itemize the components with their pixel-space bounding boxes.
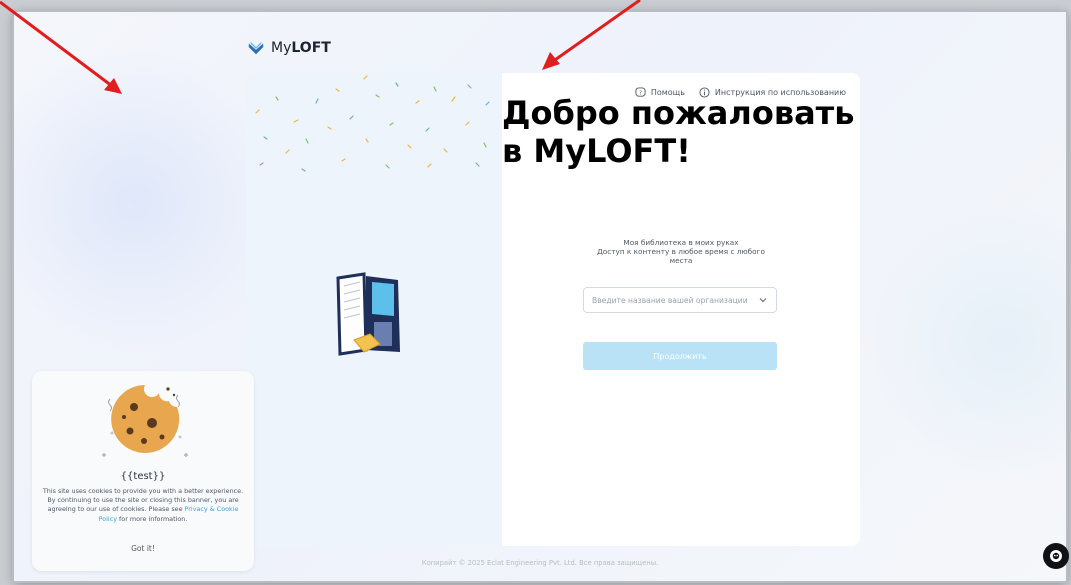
access-line-cont: места: [669, 256, 693, 265]
cookie-text: This site uses cookies to provide you wi…: [40, 487, 246, 524]
top-nav: ? Помощь Инструкция по использованию: [635, 87, 846, 98]
tagline: Моя библиотека в моих руках: [623, 238, 739, 247]
help-label: Помощь: [650, 88, 685, 97]
cookie-text-end: for more information.: [117, 514, 188, 523]
instructions-link[interactable]: Инструкция по использованию: [699, 87, 846, 98]
background-blob: [874, 192, 1066, 492]
access-line: Доступ к контенту в любое время с любого: [597, 247, 765, 256]
illustration-pane: [246, 73, 502, 546]
confetti-decoration: [255, 75, 490, 172]
cookie-accept-button[interactable]: Got it!: [32, 544, 254, 553]
info-icon: [699, 87, 710, 98]
cookie-icon: [102, 385, 188, 457]
welcome-subtitle: Моя библиотека в моих руках Доступ к кон…: [576, 238, 786, 265]
welcome-block: Добро пожаловать в MyLOFT! Моя библиотек…: [502, 94, 860, 265]
myloft-logo-icon: [248, 41, 264, 55]
organization-placeholder: Введите название вашей организации: [592, 295, 748, 305]
help-link[interactable]: ? Помощь: [635, 87, 685, 98]
login-card: ? Помощь Инструкция по использованию Доб…: [246, 73, 860, 546]
brand[interactable]: MyLOFT: [247, 39, 331, 57]
continue-button[interactable]: Продолжить: [583, 342, 777, 370]
cookie-title: {{test}}: [120, 471, 166, 482]
chevron-down-icon: [759, 298, 767, 303]
brand-name: MyLOFT: [271, 40, 331, 56]
instructions-label: Инструкция по использованию: [714, 88, 846, 97]
help-icon: ?: [635, 87, 646, 97]
login-pane: ? Помощь Инструкция по использованию Доб…: [502, 73, 860, 546]
organization-select[interactable]: Введите название вашей организации: [583, 287, 777, 313]
chat-icon: [1050, 550, 1062, 562]
book-illustration: [336, 272, 400, 356]
svg-text:?: ?: [639, 90, 642, 96]
browser-viewport: MyLOFT ? Помощь Инструкция по использова…: [14, 12, 1066, 581]
cookie-banner: {{test}} This site uses cookies to provi…: [32, 371, 254, 571]
welcome-title: Добро пожаловать в MyLOFT!: [502, 94, 855, 171]
chat-widget-button[interactable]: [1043, 543, 1069, 569]
